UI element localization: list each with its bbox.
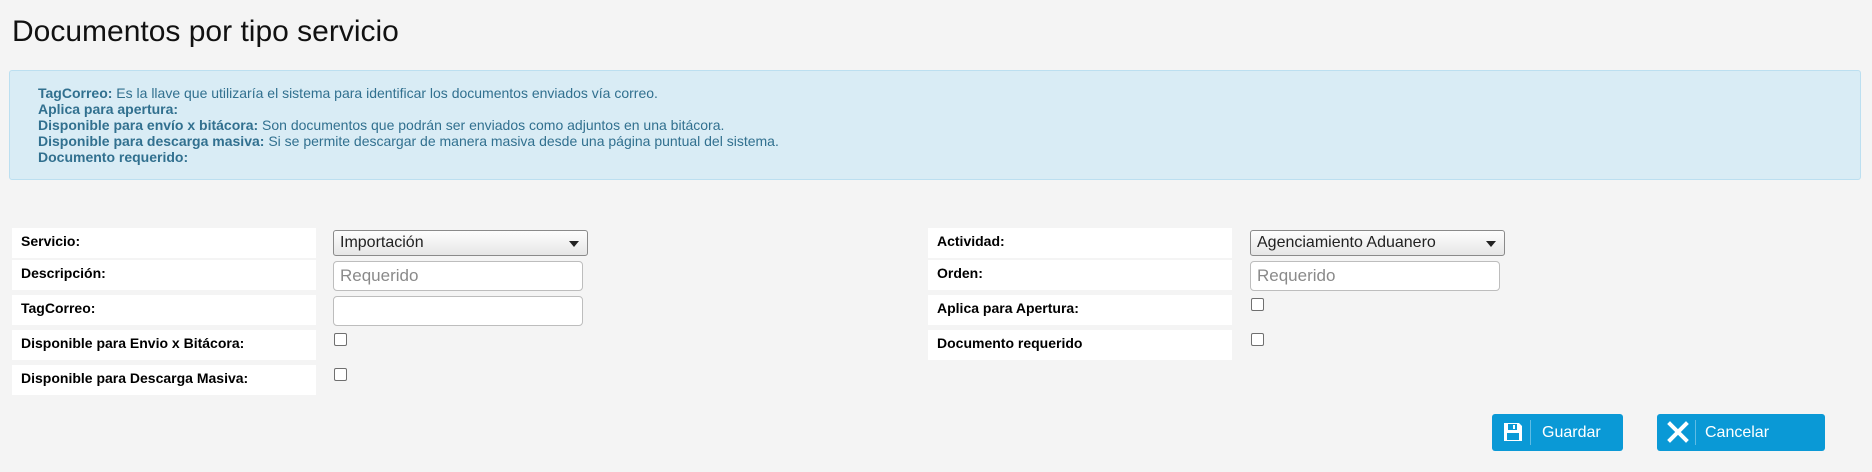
cancel-button[interactable]: Cancelar — [1657, 414, 1825, 451]
button-separator — [1695, 420, 1696, 445]
info-line-envio-bitacora: Disponible para envío x bitácora: Son do… — [38, 117, 1860, 133]
orden-label: Orden: — [928, 260, 1232, 290]
info-desc: Si se permite descargar de manera masiva… — [264, 133, 779, 149]
info-term: Disponible para descarga masiva: — [38, 133, 265, 149]
descripcion-label: Descripción: — [12, 260, 316, 290]
info-desc: Es la llave que utilizaría el sistema pa… — [112, 85, 658, 101]
info-line-descarga-masiva: Disponible para descarga masiva: Si se p… — [38, 133, 1860, 149]
descarga-masiva-label: Disponible para Descarga Masiva: — [12, 365, 316, 395]
save-button-label: Guardar — [1542, 424, 1601, 441]
descarga-masiva-checkbox[interactable] — [334, 368, 347, 381]
actividad-select[interactable]: Agenciamiento Aduanero — [1250, 230, 1505, 256]
info-term: TagCorreo: — [38, 85, 113, 101]
orden-input[interactable] — [1250, 261, 1500, 291]
info-term: Documento requerido: — [38, 149, 189, 165]
page-title: Documentos por tipo servicio — [12, 15, 399, 48]
floppy-disk-icon — [1504, 423, 1522, 441]
tagcorreo-input[interactable] — [333, 296, 583, 326]
envio-bitacora-label: Disponible para Envio x Bitácora: — [12, 330, 316, 360]
info-line-documento-requerido: Documento requerido: — [38, 149, 1860, 165]
info-line-apertura: Aplica para apertura: — [38, 101, 1860, 117]
actividad-label: Actividad: — [928, 228, 1232, 258]
info-line-tagcorreo: TagCorreo: Es la llave que utilizaría el… — [38, 85, 1860, 101]
info-term: Disponible para envío x bitácora: — [38, 117, 259, 133]
info-term: Aplica para apertura: — [38, 101, 179, 117]
aplica-apertura-checkbox[interactable] — [1251, 298, 1264, 311]
save-button[interactable]: Guardar — [1492, 414, 1623, 451]
button-separator — [1530, 420, 1531, 445]
aplica-apertura-label: Aplica para Apertura: — [928, 295, 1232, 325]
close-x-icon — [1667, 421, 1689, 443]
envio-bitacora-checkbox[interactable] — [334, 333, 347, 346]
chevron-down-icon — [1486, 241, 1496, 247]
servicio-label: Servicio: — [12, 228, 316, 258]
documento-requerido-checkbox[interactable] — [1251, 333, 1264, 346]
actividad-selected-value: Agenciamiento Aduanero — [1257, 234, 1436, 251]
descripcion-input[interactable] — [333, 261, 583, 291]
servicio-selected-value: Importación — [340, 234, 424, 251]
tagcorreo-label: TagCorreo: — [12, 295, 316, 325]
chevron-down-icon — [569, 241, 579, 247]
info-alert: TagCorreo: Es la llave que utilizaría el… — [9, 70, 1861, 180]
servicio-select[interactable]: Importación — [333, 230, 588, 256]
info-desc: Son documentos que podrán ser enviados c… — [258, 117, 725, 133]
cancel-button-label: Cancelar — [1705, 424, 1770, 441]
documento-requerido-label: Documento requerido — [928, 330, 1232, 360]
